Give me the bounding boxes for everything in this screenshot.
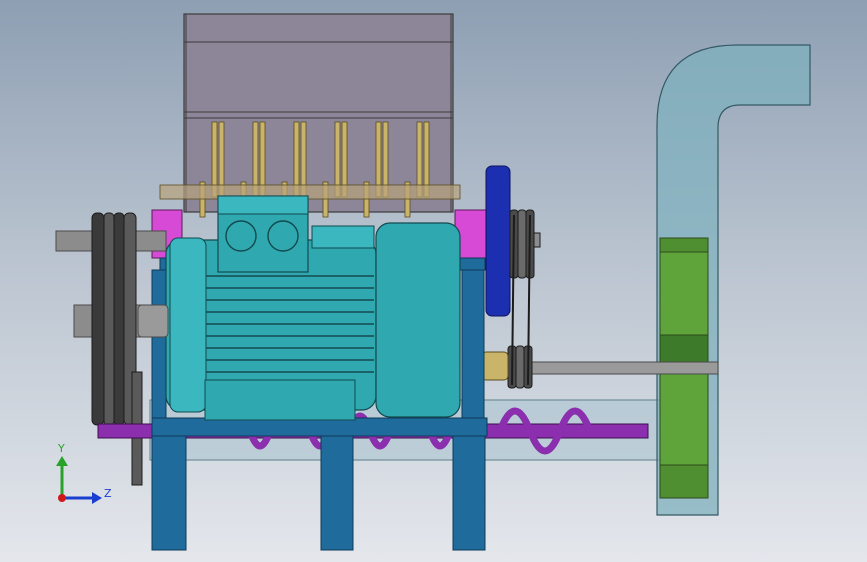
triad-y-label: Y [58,442,65,455]
left-pulley-stack[interactable] [91,212,143,486]
fan-bottom-band [659,464,709,499]
flywheel[interactable] [485,165,511,317]
fan-top-band [659,237,709,253]
triad-origin [58,494,66,502]
triad-z-label: Z [104,487,112,500]
cad-viewport[interactable]: Y Z [0,0,867,562]
shredder-assembly-model[interactable] [0,0,867,562]
triad-y-arrow [56,456,68,466]
rotor-shaft[interactable] [159,184,461,200]
triad-z-arrow [92,492,102,504]
coordinate-triad [56,456,102,504]
fan-shaft-coupling[interactable] [481,351,509,381]
